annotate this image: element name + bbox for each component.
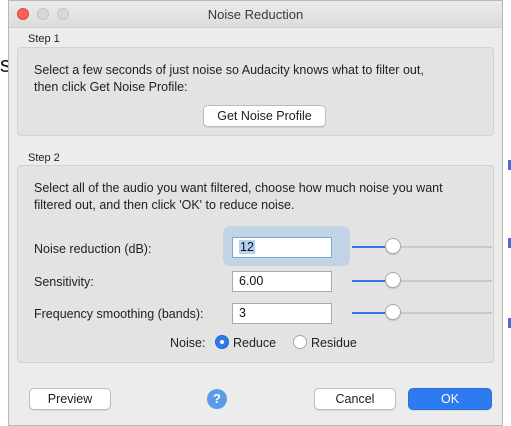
step2-label: Step 2 [28, 152, 60, 164]
window-title: Noise Reduction [207, 7, 304, 22]
sensitivity-label: Sensitivity: [34, 275, 94, 289]
step1-description-line2: then click Get Noise Profile: [34, 80, 188, 94]
frequency-smoothing-label: Frequency smoothing (bands): [34, 307, 204, 321]
step1-description-line1: Select a few seconds of just noise so Au… [34, 63, 424, 77]
sensitivity-slider-track [393, 280, 492, 282]
title-bar[interactable]: Noise Reduction [9, 1, 502, 28]
residue-radio[interactable] [293, 335, 307, 349]
step2-description-line1: Select all of the audio you want filtere… [34, 181, 443, 195]
frequency-smoothing-slider-knob[interactable] [385, 304, 401, 320]
sensitivity-slider-knob[interactable] [385, 272, 401, 288]
noise-reduction-slider[interactable] [352, 238, 492, 256]
preview-button[interactable]: Preview [29, 388, 111, 410]
noise-reduction-input[interactable]: 12 [232, 237, 332, 258]
frequency-smoothing-slider-track [393, 312, 492, 314]
cancel-button[interactable]: Cancel [314, 388, 396, 410]
noise-reduction-dialog: Noise Reduction Step 1 Select a few seco… [8, 0, 503, 426]
reduce-radio-label[interactable]: Reduce [233, 336, 276, 350]
ok-button[interactable]: OK [408, 388, 492, 410]
residue-radio-label[interactable]: Residue [311, 336, 357, 350]
sensitivity-slider[interactable] [352, 272, 492, 290]
noise-reduction-label: Noise reduction (dB): [34, 242, 152, 256]
step2-group: Select all of the audio you want filtere… [17, 165, 494, 363]
step2-description-line2: filtered out, and then click 'OK' to red… [34, 198, 295, 212]
get-noise-profile-button[interactable]: Get Noise Profile [203, 105, 326, 127]
noise-reduction-slider-track [393, 246, 492, 248]
step1-label: Step 1 [28, 33, 60, 45]
frequency-smoothing-slider[interactable] [352, 304, 492, 322]
noise-reduction-value: 12 [239, 240, 255, 254]
sensitivity-input[interactable]: 6.00 [232, 271, 332, 292]
reduce-radio[interactable] [215, 335, 229, 349]
help-icon[interactable]: ? [207, 389, 227, 409]
frequency-smoothing-input[interactable]: 3 [232, 303, 332, 324]
noise-reduction-slider-knob[interactable] [385, 238, 401, 254]
step1-group: Select a few seconds of just noise so Au… [17, 47, 494, 136]
noise-mode-label: Noise: [170, 336, 206, 350]
